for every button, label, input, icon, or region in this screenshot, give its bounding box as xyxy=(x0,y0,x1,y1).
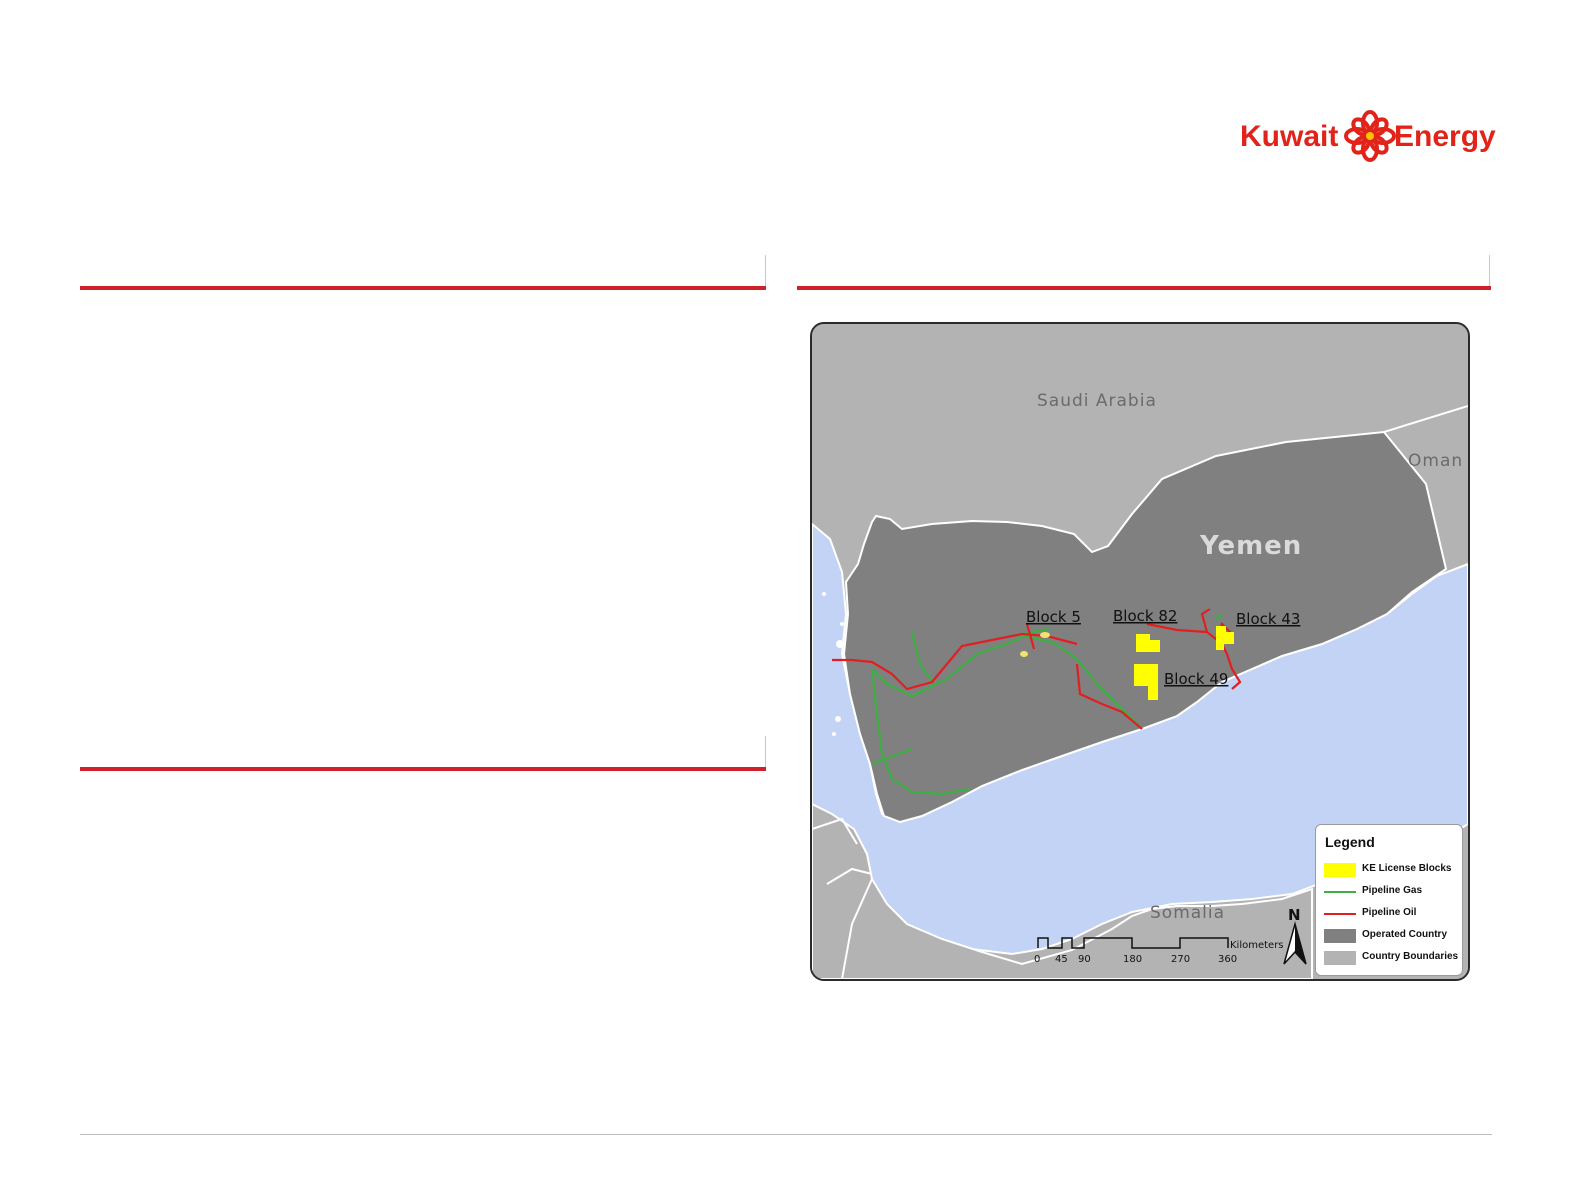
legend-item-operated-country: Operated Country xyxy=(1324,927,1460,945)
legend-item-pipeline-gas: Pipeline Gas xyxy=(1324,883,1460,901)
somalia-label: Somalia xyxy=(1150,903,1225,923)
svg-text:Energy: Energy xyxy=(1394,120,1496,153)
svg-text:0: 0 xyxy=(1034,954,1040,965)
block-5-label: Block 5 xyxy=(1026,608,1081,626)
scale-unit-label: Kilometers xyxy=(1230,940,1284,951)
svg-text:270: 270 xyxy=(1171,954,1190,965)
svg-text:180: 180 xyxy=(1123,954,1142,965)
block-5-shape xyxy=(1020,651,1028,657)
oman-label: Oman xyxy=(1408,451,1463,471)
svg-text:N: N xyxy=(1288,906,1301,924)
block-5-shape xyxy=(1040,632,1050,638)
divider-tick xyxy=(1489,255,1490,287)
left-bottom-section-rule xyxy=(80,767,766,771)
legend-title: Legend xyxy=(1325,834,1375,850)
saudi-arabia-label: Saudi Arabia xyxy=(1037,391,1157,411)
right-section-rule xyxy=(797,286,1491,290)
map-legend: Legend KE License Blocks Pipeline Gas Pi… xyxy=(1315,824,1463,976)
legend-item-license-blocks: KE License Blocks xyxy=(1324,861,1460,879)
block-82-label: Block 82 xyxy=(1113,607,1177,625)
block-43-label: Block 43 xyxy=(1236,610,1300,628)
operated-country-swatch xyxy=(1324,929,1356,943)
pipeline-gas-swatch xyxy=(1324,891,1356,893)
left-top-section-rule xyxy=(80,286,766,290)
license-blocks-swatch xyxy=(1324,863,1356,877)
yemen-label: Yemen xyxy=(1199,531,1302,561)
svg-text:Kuwait: Kuwait xyxy=(1240,120,1338,153)
legend-item-pipeline-oil: Pipeline Oil xyxy=(1324,905,1460,923)
svg-text:360: 360 xyxy=(1218,954,1237,965)
flower-emblem-icon xyxy=(1344,110,1396,162)
divider-tick xyxy=(765,255,766,287)
kuwait-energy-logo: Kuwait Energy xyxy=(1240,100,1510,170)
svg-text:45: 45 xyxy=(1055,954,1068,965)
divider-tick xyxy=(765,736,766,768)
svg-text:90: 90 xyxy=(1078,954,1091,965)
yemen-map: Saudi Arabia Oman Yemen Somalia Block 5 … xyxy=(810,322,1470,981)
pipeline-oil-swatch xyxy=(1324,913,1356,915)
legend-item-country-boundaries: Country Boundaries xyxy=(1324,949,1460,967)
block-49-label: Block 49 xyxy=(1164,670,1228,688)
country-boundaries-swatch xyxy=(1324,951,1356,965)
footer-rule xyxy=(80,1134,1492,1135)
